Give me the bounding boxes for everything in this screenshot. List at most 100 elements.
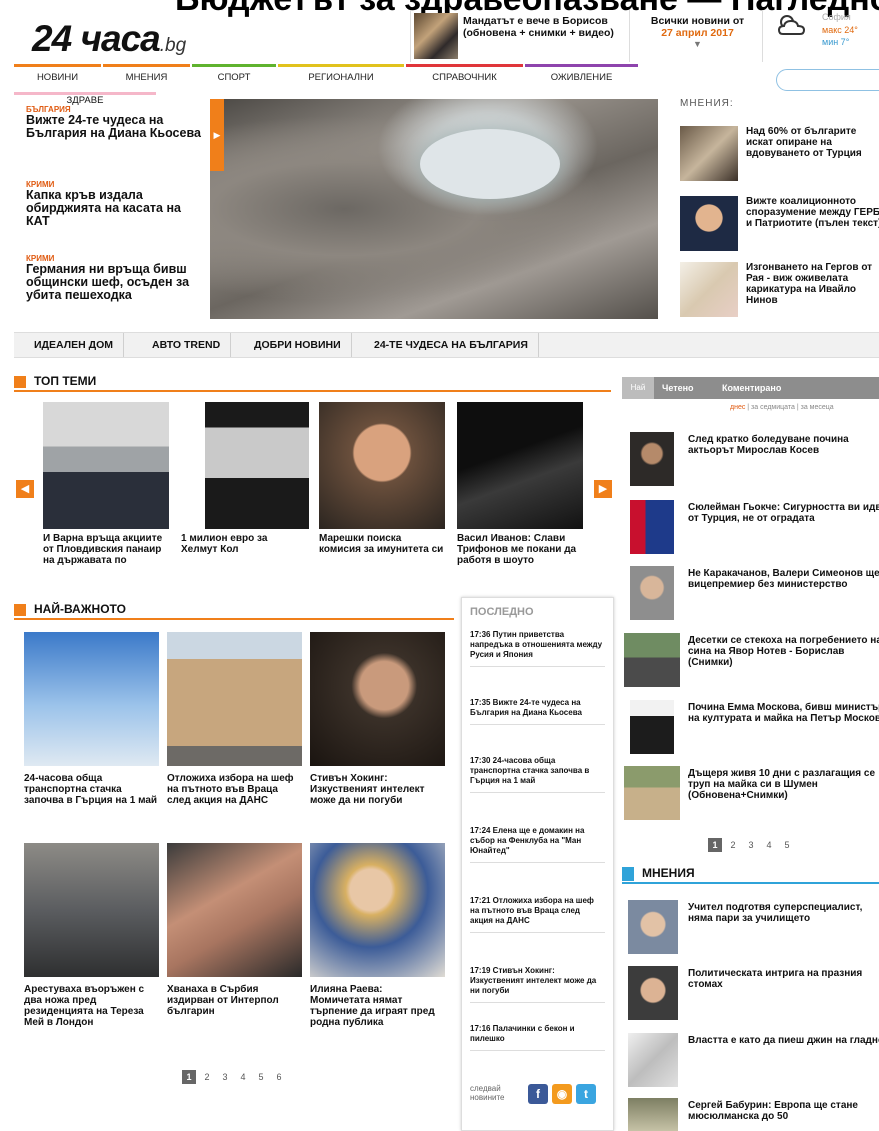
tab-read[interactable]: Четено [662, 377, 694, 399]
top-theme-item[interactable]: Марешки поиска комисия за имунитета си [319, 402, 445, 555]
popular-title: Дъщеря живя 10 дни с разлагащия се труп … [688, 768, 876, 801]
carousel-next-button[interactable]: ▶ [594, 480, 612, 498]
popular-title: Десетки се стекоха на погребението на си… [688, 635, 879, 668]
section-marker [14, 604, 26, 616]
news-card-image [310, 632, 445, 766]
latest-item[interactable]: 17:16 Палачинки с бекон и пилешко [470, 1024, 605, 1051]
latest-item[interactable]: 17:19 Стивън Хокинг: Изкуственият интеле… [470, 966, 605, 1003]
latest-item[interactable]: 17:35 Вижте 24-те чудеса на България на … [470, 698, 605, 725]
news-card[interactable]: Илияна Раева: Момичетата нямат търпение … [310, 843, 445, 1028]
logo-text: 24 часа [32, 18, 161, 59]
news-card-image [24, 843, 159, 977]
page-link[interactable]: 5 [780, 838, 794, 852]
tab-most[interactable]: Най [622, 377, 654, 399]
popular-thumb [630, 700, 674, 754]
nav-item-revival[interactable]: ОЖИВЛЕНИЕ [525, 64, 638, 88]
news-archive-date[interactable]: Всички новини от 27 април 2017 ▼ [633, 10, 763, 62]
page-link[interactable]: 2 [726, 838, 740, 852]
section-link[interactable]: 24-ТЕ ЧУДЕСА НА БЪЛГАРИЯ [364, 333, 539, 357]
hero-prev-tab[interactable]: ▶ [210, 99, 224, 171]
top-theme-item[interactable]: Васил Иванов: Слави Трифонов ме покани д… [457, 402, 583, 566]
nav-item-health[interactable]: ЗДРАВЕ [14, 92, 156, 106]
section-link[interactable]: ИДЕАЛЕН ДОМ [24, 333, 125, 357]
opinions-section-header: МНЕНИЯ [622, 864, 879, 884]
nav-item-sport[interactable]: СПОРТ [192, 64, 276, 88]
header-news-text: Мандатът е вече в Борисов (обновена + сн… [463, 15, 614, 39]
news-card[interactable]: Арестуваха въоръжен с два ножа пред рези… [24, 843, 159, 1028]
page-link[interactable]: 3 [218, 1070, 232, 1084]
news-card[interactable]: Хванаха в Сърбия издирван от Интерпол бъ… [167, 843, 302, 1017]
carousel-prev-button[interactable]: ◀ [16, 480, 34, 498]
top-theme-thumb [43, 402, 169, 529]
nav-item-opinions[interactable]: МНЕНИЯ [103, 64, 190, 88]
featured-title: Капка кръв издала обирджията на касата н… [26, 188, 181, 228]
top-theme-thumb [319, 402, 445, 529]
featured-item[interactable]: Крими Германия ни връща бивш общински ше… [26, 254, 206, 302]
top-themes-title: ТОП ТЕМИ [34, 374, 97, 388]
section-link[interactable]: АВТО TREND [142, 333, 232, 357]
top-theme-item[interactable]: И Варна връща акциите от Пловдивския пан… [43, 402, 169, 566]
opinion-title: Политическата интрига на празния стомах [688, 968, 863, 990]
facebook-icon[interactable]: f [528, 1084, 548, 1104]
hero-image[interactable] [210, 99, 658, 319]
page-link[interactable]: 2 [200, 1070, 214, 1084]
page-link[interactable]: 3 [744, 838, 758, 852]
page-link[interactable]: 5 [254, 1070, 268, 1084]
top-theme-title: Марешки поиска комисия за имунитета си [319, 533, 444, 555]
top-theme-thumb [205, 402, 309, 529]
latest-item[interactable]: 17:30 24-часова обща транспортна стачка … [470, 756, 605, 793]
section-marker [14, 376, 26, 388]
news-card-title: 24-часова обща транспортна стачка започв… [24, 773, 158, 806]
opinion-author-photo [628, 1033, 678, 1087]
page-link[interactable]: 1 [182, 1070, 196, 1084]
rss-icon[interactable]: ◉ [552, 1084, 572, 1104]
top-theme-item[interactable]: 1 милион евро за Хелмут Кол [181, 402, 309, 555]
period-filter[interactable]: днес | за седмицата | за месеца [730, 404, 834, 411]
most-important-header: НАЙ-ВАЖНОТО [14, 600, 454, 620]
top-theme-title: И Варна връща акциите от Пловдивския пан… [43, 533, 163, 566]
page-link[interactable]: 6 [272, 1070, 286, 1084]
popular-title: Почина Емма Москова, бивш министър на ку… [688, 702, 879, 724]
header-news-thumb [414, 13, 458, 59]
weather-widget[interactable]: София макс 24° мин 7° [772, 10, 879, 62]
news-card[interactable]: Стивън Хокинг: Изкуственият интелект мож… [310, 632, 445, 806]
page-link[interactable]: 4 [762, 838, 776, 852]
section-links-bar: ИДЕАЛЕН ДОМ АВТО TREND ДОБРИ НОВИНИ 24-Т… [14, 332, 879, 358]
nav-item-reference[interactable]: СПРАВОЧНИК [406, 64, 523, 88]
period-others[interactable]: | за седмицата | за месеца [745, 404, 833, 411]
main-nav: НОВИНИ МНЕНИЯ СПОРТ РЕГИОНАЛНИ СПРАВОЧНИ… [14, 64, 879, 92]
header-news-teaser[interactable]: Мандатът е вече в Борисов (обновена + сн… [410, 10, 630, 62]
period-today[interactable]: днес [730, 404, 745, 411]
news-card[interactable]: 24-часова обща транспортна стачка започв… [24, 632, 159, 806]
popular-thumb [624, 633, 680, 687]
nav-item-regional[interactable]: РЕГИОНАЛНИ [278, 64, 404, 88]
search-input[interactable] [776, 69, 879, 91]
news-card-image [24, 632, 159, 766]
site-logo[interactable]: 24 часа.bg [32, 18, 186, 60]
pagination: 123456 [182, 1070, 290, 1084]
nav-item-news[interactable]: НОВИНИ [14, 64, 101, 88]
latest-title: ПОСЛЕДНО [470, 606, 534, 618]
latest-item[interactable]: 17:36 Путин приветства напредъка в отнош… [470, 630, 605, 667]
chevron-down-icon: ▼ [693, 39, 702, 49]
news-card-image [167, 632, 302, 766]
top-theme-title: 1 милион евро за Хелмут Кол [181, 533, 268, 555]
opinion-title: Сергей Бабурин: Европа ще стане мюсюлман… [688, 1100, 858, 1122]
popular-title: Сюлейман Гьокче: Сигурността ви идва от … [688, 502, 879, 524]
opinion-author-photo [628, 1098, 678, 1131]
most-important-title: НАЙ-ВАЖНОТО [34, 602, 126, 616]
opinion-thumb [680, 126, 738, 181]
section-link[interactable]: ДОБРИ НОВИНИ [244, 333, 352, 357]
twitter-icon[interactable]: t [576, 1084, 596, 1104]
featured-item[interactable]: Крими Капка кръв издала обирджията на ка… [26, 180, 206, 228]
featured-item[interactable]: България Вижте 24-те чудеса на България … [26, 105, 206, 140]
tab-commented[interactable]: Коментирано [722, 377, 781, 399]
top-theme-title: Васил Иванов: Слави Трифонов ме покани д… [457, 533, 577, 566]
page-link[interactable]: 1 [708, 838, 722, 852]
news-card[interactable]: Отложиха избора на шеф на пътното във Вр… [167, 632, 302, 806]
opinion-title: Вижте коалиционното споразумение между Г… [746, 196, 879, 229]
page-link[interactable]: 4 [236, 1070, 250, 1084]
latest-item[interactable]: 17:21 Отложиха избора на шеф на пътното … [470, 896, 605, 933]
latest-item[interactable]: 17:24 Елена ще е домакин на събор на Фен… [470, 826, 605, 863]
opinion-thumb [680, 262, 738, 317]
